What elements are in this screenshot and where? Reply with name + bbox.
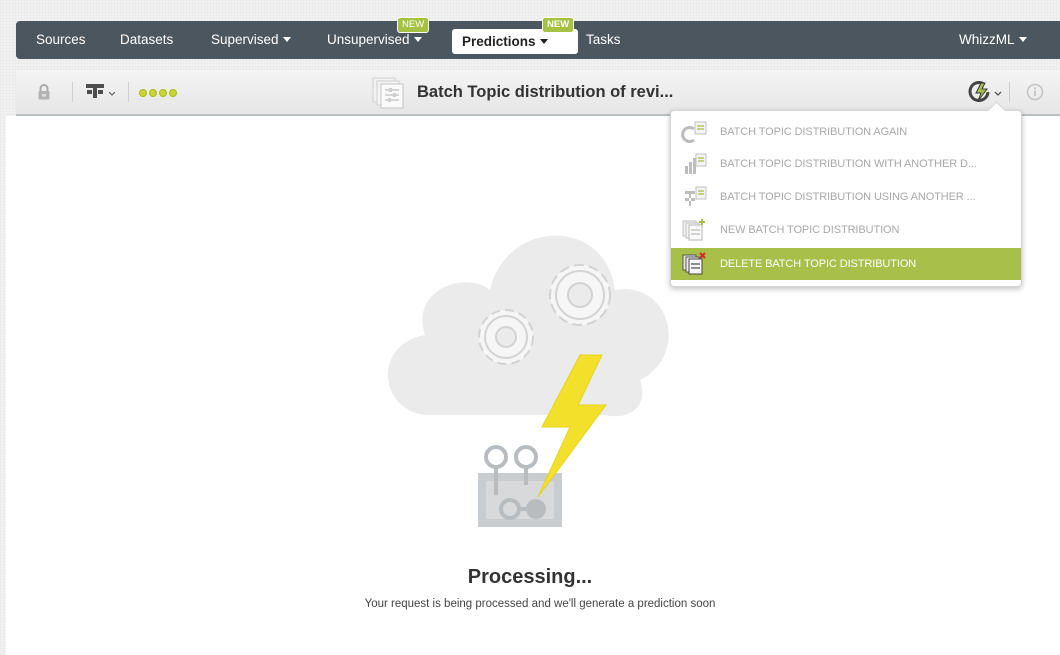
delete-batch-icon [682,252,706,275]
progress-dot [139,89,147,97]
chevron-down-icon [1018,36,1027,42]
nav-supervised-label: Supervised [211,32,279,47]
nav-tasks[interactable]: Tasks [586,21,621,59]
menu-item-batch-another-dataset[interactable]: BATCH TOPIC DISTRIBUTION WITH ANOTHER D.… [671,148,1021,180]
processing-title: Processing... [467,566,593,588]
toolbar-divider [128,82,129,102]
menu-item-delete-batch[interactable]: DELETE BATCH TOPIC DISTRIBUTION [671,248,1021,280]
new-batch-icon [682,219,705,241]
nav-supervised[interactable]: Supervised [211,21,291,59]
model-transform-icon [478,445,562,527]
nav-predictions[interactable]: Predictions NEW [462,17,575,54]
batch-topic-distribution-icon [372,77,404,109]
chevron-down-icon [282,36,291,42]
processing-cloud-illustration [387,235,669,527]
menu-item-label: BATCH TOPIC DISTRIBUTION WITH ANOTHER D.… [720,158,977,170]
gear-icon [549,264,611,326]
nav-datasets[interactable]: Datasets [120,21,173,59]
toolbar-divider [72,82,73,102]
processing-message: Your request is being processed and we'l… [364,598,716,610]
menu-item-label: BATCH TOPIC DISTRIBUTION AGAIN [720,126,908,138]
info-icon[interactable] [1026,83,1044,101]
menu-item-label: NEW BATCH TOPIC DISTRIBUTION [720,224,900,236]
nav-predictions-label: Predictions [462,34,536,49]
nav-tasks-label: Tasks [586,32,621,47]
menu-item-label: BATCH TOPIC DISTRIBUTION USING ANOTHER .… [720,191,976,203]
gear-icon [478,309,534,365]
model-tree-icon[interactable] [86,84,118,100]
nav-sources-label: Sources [36,32,86,47]
page-title: Batch Topic distribution of revi... [417,83,674,101]
model-tree-icon [685,186,707,206]
toolbar-divider [1009,82,1010,102]
progress-dot [159,89,167,97]
lock-icon[interactable] [37,83,51,101]
chevron-down-icon [413,36,422,42]
menu-item-new-batch[interactable]: NEW BATCH TOPIC DISTRIBUTION [671,214,1021,246]
rerun-icon [681,121,707,143]
new-badge: NEW [397,17,430,33]
nav-user-menu-label: WhizzML [959,32,1015,47]
menu-item-batch-again[interactable]: BATCH TOPIC DISTRIBUTION AGAIN [671,116,1021,148]
actions-dropdown-menu: BATCH TOPIC DISTRIBUTION AGAIN BATCH TOP… [670,110,1022,287]
nav-user-menu[interactable]: WhizzML [959,21,1027,59]
menu-item-label: DELETE BATCH TOPIC DISTRIBUTION [720,258,917,270]
nav-unsupervised-label: Unsupervised [327,32,410,47]
lightning-actions-icon[interactable] [966,80,1006,104]
menu-item-batch-another-model[interactable]: BATCH TOPIC DISTRIBUTION USING ANOTHER .… [671,181,1021,213]
nav-sources[interactable]: Sources [36,21,86,59]
new-badge: NEW [542,17,575,33]
progress-dots [139,89,177,97]
nav-unsupervised[interactable]: Unsupervised NEW [327,17,430,59]
chevron-down-icon [539,38,548,44]
top-navigation-bar: Sources Datasets Supervised Unsupervised… [16,17,1060,59]
progress-dot [149,89,157,97]
nav-datasets-label: Datasets [120,32,174,47]
dataset-bars-icon [685,153,707,174]
progress-dot [169,89,177,97]
